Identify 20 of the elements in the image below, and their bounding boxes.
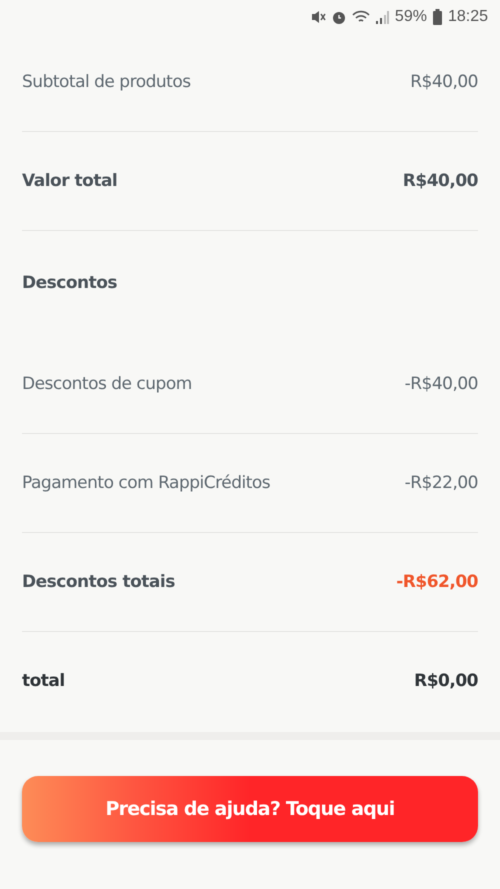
row-label: Valor total — [22, 171, 118, 191]
row-label: Descontos totais — [22, 572, 175, 592]
signal-icon — [374, 8, 389, 24]
wifi-icon — [352, 8, 370, 24]
mute-icon — [310, 8, 326, 24]
row-label: Descontos de cupom — [22, 374, 192, 394]
row-amount: R$40,00 — [410, 72, 478, 92]
row-label: Descontos — [22, 273, 118, 293]
row-label: Pagamento com RappiCréditos — [22, 473, 270, 493]
clock-time: 18:25 — [448, 8, 488, 26]
help-button[interactable]: Precisa de ajuda? Toque aqui — [22, 776, 478, 842]
row-label: total — [22, 671, 65, 691]
battery-percentage: 59% — [394, 8, 427, 26]
row-amount: -R$22,00 — [404, 473, 478, 493]
row-amount: -R$40,00 — [404, 374, 478, 394]
row-amount: R$0,00 — [414, 671, 478, 691]
battery-icon — [432, 8, 442, 24]
row-amount: -R$62,00 — [396, 572, 478, 592]
row-label: Subtotal de produtos — [22, 72, 191, 92]
row-amount: R$40,00 — [402, 171, 478, 191]
